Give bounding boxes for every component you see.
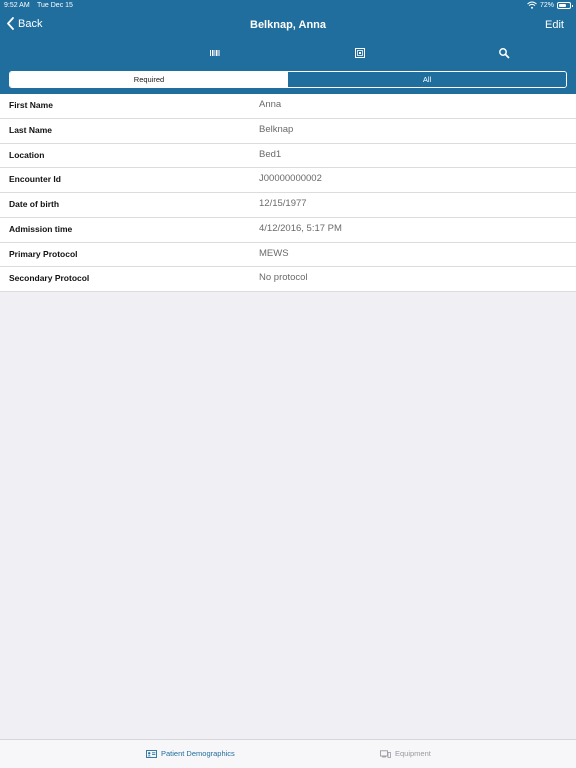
field-label: First Name	[9, 100, 53, 110]
field-row-location[interactable]: Location Bed1	[0, 144, 576, 169]
field-row-secondary-protocol[interactable]: Secondary Protocol No protocol	[0, 267, 576, 292]
field-label: Primary Protocol	[9, 248, 78, 259]
field-value: J00000000002	[259, 173, 322, 185]
navigation-bar: Back Belknap, Anna Edit	[0, 14, 576, 38]
status-indicators: 72%	[527, 1, 573, 9]
status-date: Tue Dec 15	[37, 2, 73, 9]
segment-required[interactable]: Required	[10, 72, 288, 87]
field-row-date-of-birth[interactable]: Date of birth 12/15/1977	[0, 193, 576, 218]
field-label: Secondary Protocol	[9, 273, 90, 284]
field-row-first-name[interactable]: First Name Anna	[0, 94, 576, 119]
field-value: 12/15/1977	[259, 198, 307, 209]
battery-percent: 72%	[539, 1, 554, 9]
field-row-admission-time[interactable]: Admission time 4/12/2016, 5:17 PM	[0, 218, 576, 243]
field-label: Date of birth	[9, 199, 60, 209]
back-label: Back	[18, 17, 43, 30]
tab-label: Patient Demographics	[161, 749, 235, 758]
field-value: Belknap	[259, 123, 294, 135]
search-icon[interactable]	[498, 47, 510, 59]
edit-button[interactable]: Edit	[545, 19, 564, 31]
field-label: Location	[9, 149, 45, 160]
field-row-primary-protocol[interactable]: Primary Protocol MEWS	[0, 243, 576, 268]
battery-icon	[557, 1, 573, 9]
field-value: No protocol	[259, 272, 308, 284]
status-time: 9:52 AM	[4, 2, 30, 9]
status-bar: 9:52 AM Tue Dec 15 72%	[0, 0, 576, 13]
field-row-encounter-id[interactable]: Encounter Id J00000000002	[0, 168, 576, 193]
field-label: Last Name	[9, 124, 52, 135]
field-label: Encounter Id	[9, 174, 61, 185]
tab-patient-demographics[interactable]: Patient Demographics	[146, 749, 235, 758]
header: 9:52 AM Tue Dec 15 72% Back Belknap, Ann…	[0, 0, 576, 94]
field-row-last-name[interactable]: Last Name Belknap	[0, 119, 576, 144]
field-value: Anna	[259, 99, 282, 110]
toolbar	[0, 44, 576, 62]
field-label: Admission time	[9, 223, 73, 234]
field-value: MEWS	[259, 247, 289, 259]
patient-fields-list: First Name Anna Last Name Belknap Locati…	[0, 94, 576, 292]
segmented-control: Required All	[9, 71, 567, 88]
back-button[interactable]: Back	[6, 17, 42, 30]
id-card-icon	[146, 749, 157, 758]
segment-all[interactable]: All	[288, 72, 566, 87]
scanner-icon[interactable]	[354, 47, 366, 59]
chevron-left-icon	[7, 17, 14, 30]
field-value: Bed1	[259, 148, 282, 160]
field-value: 4/12/2016, 5:17 PM	[259, 222, 342, 234]
tab-equipment[interactable]: Equipment	[380, 749, 431, 758]
tab-bar: Patient Demographics Equipment	[0, 739, 576, 768]
page-title: Belknap, Anna	[250, 19, 326, 31]
equipment-icon	[380, 749, 391, 758]
wifi-icon	[527, 1, 537, 9]
tab-label: Equipment	[395, 749, 431, 758]
barcode-icon[interactable]	[209, 47, 221, 59]
